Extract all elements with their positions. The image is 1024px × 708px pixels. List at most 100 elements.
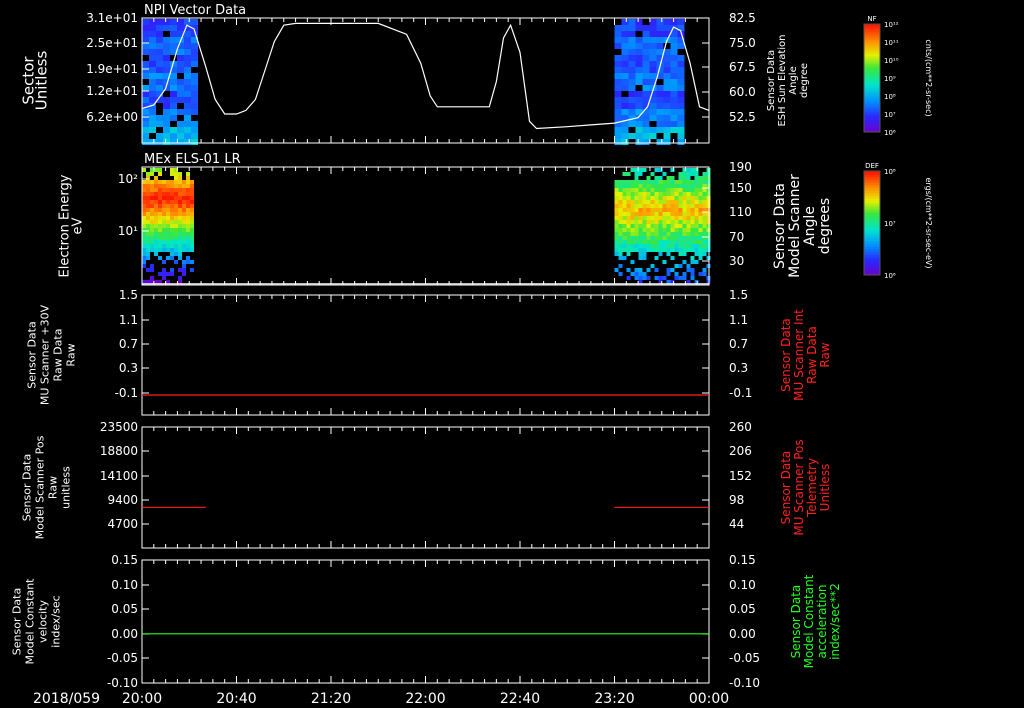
heat-cell — [150, 196, 154, 200]
heat-cell — [170, 192, 174, 196]
heat-cell — [663, 103, 671, 109]
heat-cell — [666, 228, 671, 232]
heat-cell — [658, 232, 663, 236]
heat-cell — [182, 248, 186, 252]
heat-cell — [184, 37, 191, 43]
heat-cell — [646, 236, 651, 240]
heat-cell — [170, 268, 174, 272]
heat-cell — [614, 220, 619, 224]
heat-cell — [150, 200, 154, 204]
heat-cell — [686, 228, 691, 232]
heat-cell — [690, 240, 695, 244]
heat-cell — [626, 276, 631, 280]
heat-cell — [650, 200, 655, 204]
heat-cell — [634, 216, 639, 220]
heat-cell — [658, 228, 663, 232]
heat-cell — [174, 240, 178, 244]
heat-cell — [156, 49, 163, 55]
heat-cell — [694, 248, 699, 252]
heat-cell — [178, 268, 182, 272]
heat-cell — [649, 133, 657, 139]
heat-cell — [166, 224, 170, 228]
heat-cell — [166, 272, 170, 276]
heat-cell — [630, 212, 635, 216]
heat-cell — [663, 121, 671, 127]
plot-frame — [141, 426, 710, 549]
heat-cell — [628, 67, 636, 73]
heat-cell — [618, 256, 623, 260]
heat-cell — [626, 184, 631, 188]
heat-cell — [170, 208, 174, 212]
heat-cell — [635, 127, 643, 133]
heat-cell — [666, 272, 671, 276]
heat-cell — [150, 184, 154, 188]
time-tick-label: 20:40 — [216, 691, 256, 707]
y-tick-label-right: 52.5 — [729, 110, 756, 124]
heat-cell — [190, 228, 194, 232]
heat-cell — [170, 73, 177, 79]
heat-cell — [670, 256, 675, 260]
heat-cell — [690, 192, 695, 196]
heat-cell — [170, 172, 174, 176]
heat-cell — [662, 212, 667, 216]
colorbar-cell — [864, 80, 880, 82]
heat-cell — [178, 224, 182, 228]
heat-cell — [184, 133, 191, 139]
heat-cell — [174, 212, 178, 216]
colorbar-cell — [864, 231, 880, 233]
heat-cell — [146, 212, 150, 216]
heat-cell — [162, 232, 166, 236]
heat-cell — [649, 19, 657, 25]
heat-cell — [670, 67, 678, 73]
heat-cell — [142, 115, 149, 121]
y-axis-label-right: Model Scanner — [787, 174, 803, 278]
heat-cell — [638, 256, 643, 260]
heat-cell — [674, 188, 679, 192]
heat-cell — [663, 133, 671, 139]
heat-cell — [678, 240, 683, 244]
heat-cell — [634, 228, 639, 232]
heat-cell — [142, 19, 149, 25]
heat-cell — [690, 188, 695, 192]
heat-cell — [156, 31, 163, 37]
heat-cell — [686, 224, 691, 228]
heat-cell — [654, 276, 659, 280]
heat-cell — [618, 188, 623, 192]
heat-cell — [702, 192, 707, 196]
heat-cell — [178, 176, 182, 180]
y-tick-label-right: 30 — [729, 254, 744, 268]
heat-cell — [634, 244, 639, 248]
colorbar-cell — [864, 48, 880, 50]
heat-cell — [177, 85, 184, 91]
heat-cell — [698, 188, 703, 192]
colorbar-tick-label: 10⁸ — [884, 168, 896, 176]
heat-cell — [642, 25, 650, 31]
heat-cell — [658, 208, 663, 212]
heat-cell — [622, 224, 627, 228]
heat-cell — [649, 115, 657, 121]
heat-cell — [186, 216, 190, 220]
heat-cell — [656, 43, 664, 49]
heat-cell — [663, 91, 671, 97]
heat-cell — [621, 139, 629, 145]
heat-cell — [658, 212, 663, 216]
heat-cell — [702, 184, 707, 188]
heat-cell — [186, 244, 190, 248]
heat-cell — [662, 192, 667, 196]
heat-cell — [146, 204, 150, 208]
heat-cell — [614, 133, 622, 139]
heat-cell — [142, 109, 149, 115]
heat-cell — [146, 252, 150, 256]
heat-cell — [690, 208, 695, 212]
heat-cell — [150, 204, 154, 208]
heat-cell — [162, 212, 166, 216]
colorbar-cell — [864, 50, 880, 52]
heat-cell — [622, 204, 627, 208]
heat-cell — [678, 184, 683, 188]
heat-cell — [698, 184, 703, 188]
heat-cell — [163, 55, 170, 61]
y-tick-label-right: 67.5 — [729, 60, 756, 74]
heat-cell — [614, 91, 622, 97]
heat-cell — [622, 240, 627, 244]
heat-cell — [621, 133, 629, 139]
